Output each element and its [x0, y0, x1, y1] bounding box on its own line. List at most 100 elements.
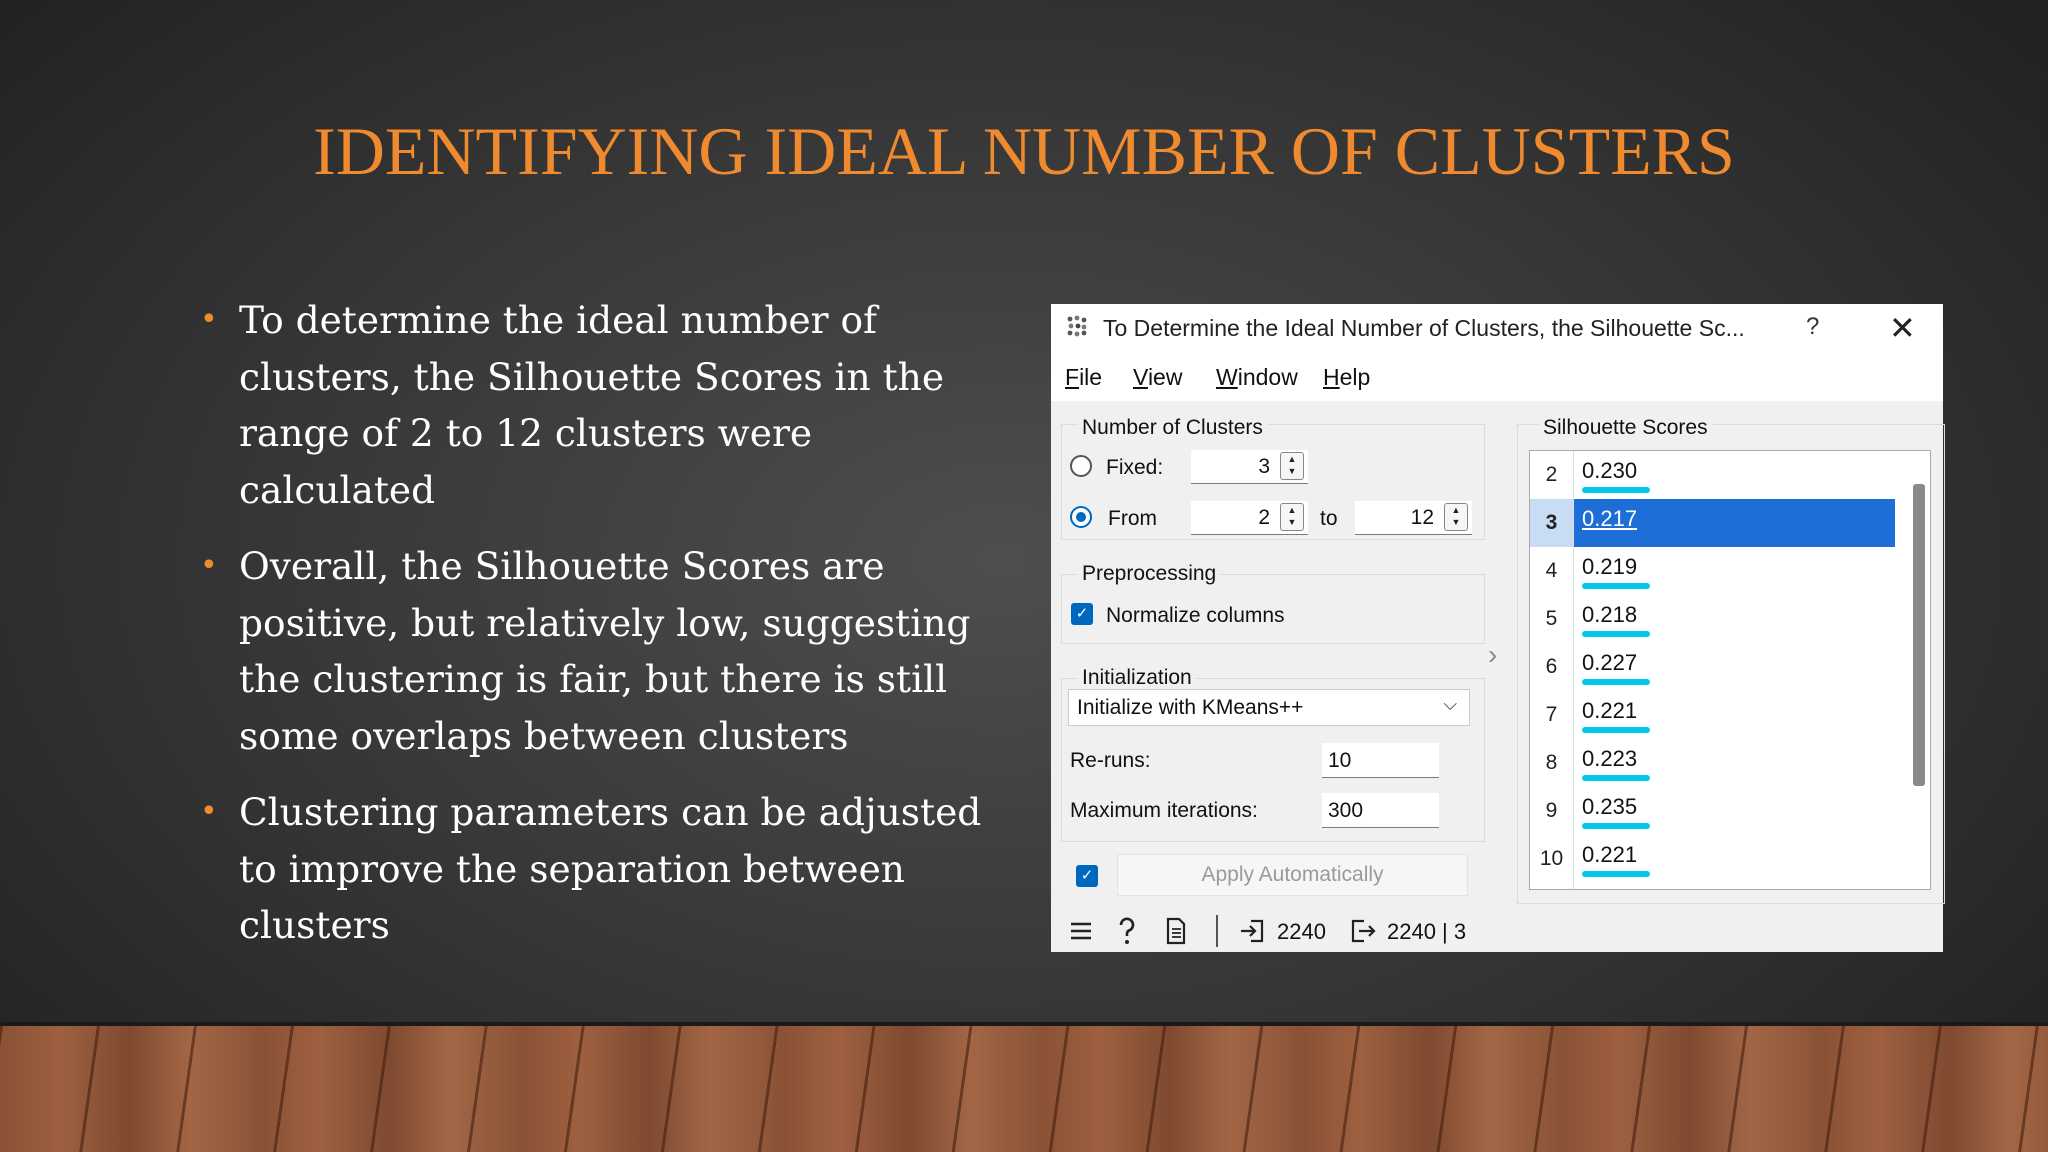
reruns-input[interactable]: 10	[1322, 743, 1439, 778]
score-value: 0.235	[1582, 794, 1638, 819]
score-bar	[1582, 631, 1650, 637]
init-method-dropdown[interactable]: Initialize with KMeans++ ⌵	[1068, 689, 1470, 726]
bullet-text: Clustering parameters can be adjusted to…	[239, 790, 982, 947]
maxiter-label: Maximum iterations:	[1070, 799, 1258, 822]
menu-window[interactable]: Window	[1216, 364, 1298, 391]
slide-title: IDENTIFYING IDEAL NUMBER OF CLUSTERS	[313, 113, 1735, 189]
reruns-value: 10	[1328, 749, 1352, 772]
list-item[interactable]: 7 0.221	[1530, 691, 1895, 739]
k-value: 10	[1539, 847, 1564, 870]
input-count: 2240	[1277, 919, 1326, 944]
spin-arrows-icon[interactable]: ▲ ▼	[1280, 452, 1304, 480]
list-item[interactable]: 4 0.219	[1530, 547, 1895, 595]
k-value: 8	[1545, 751, 1558, 774]
fixed-radio[interactable]	[1070, 455, 1092, 477]
spin-arrows-icon[interactable]: ▲ ▼	[1444, 503, 1468, 531]
splitter-arrow-icon[interactable]: ›	[1488, 639, 1497, 671]
bullet-marker: •	[200, 302, 218, 337]
list-item[interactable]: 10 0.221	[1530, 835, 1895, 883]
list-item[interactable]: 2 0.230	[1530, 451, 1895, 499]
fixed-label: Fixed:	[1106, 456, 1164, 479]
maxiter-input[interactable]: 300	[1322, 793, 1439, 828]
bullet-marker: •	[200, 548, 218, 583]
bullet-marker: •	[200, 794, 218, 829]
score-bar	[1582, 823, 1650, 829]
normalize-checkbox[interactable]: ✓	[1071, 603, 1093, 625]
score-value: 0.219	[1582, 554, 1638, 579]
report-icon[interactable]	[1165, 917, 1187, 945]
maxiter-value: 300	[1328, 799, 1364, 822]
score-value: 0.230	[1582, 458, 1638, 483]
score-value: 0.217	[1582, 506, 1638, 531]
title-bar[interactable]: To Determine the Ideal Number of Cluster…	[1051, 304, 1943, 351]
kmeans-dialog: To Determine the Ideal Number of Cluster…	[1051, 304, 1945, 952]
to-stepper[interactable]: 12 ▲ ▼	[1355, 501, 1472, 535]
list-item[interactable]: 5 0.218	[1530, 595, 1895, 643]
score-bar	[1582, 727, 1650, 733]
from-label: From	[1108, 507, 1157, 530]
from-radio[interactable]	[1070, 506, 1092, 528]
fixed-stepper[interactable]: 3 ▲ ▼	[1191, 450, 1308, 484]
bullet-item: • Overall, the Silhouette Scores are posi…	[200, 538, 1000, 764]
k-value: 5	[1545, 607, 1558, 630]
preprocessing-group-label: Preprocessing	[1078, 562, 1221, 586]
score-bar	[1582, 679, 1650, 685]
from-stepper[interactable]: 2 ▲ ▼	[1191, 501, 1308, 535]
clusters-group-label: Number of Clusters	[1078, 416, 1267, 440]
status-divider	[1216, 915, 1218, 947]
silhouette-list[interactable]: 2 0.230 3 0.217 4 0.219 5 0.218 6 0.227 7 0.22…	[1529, 450, 1931, 890]
bullet-item: • Clustering parameters can be adjusted t…	[200, 784, 1000, 954]
window-title: To Determine the Ideal Number of Cluster…	[1103, 315, 1745, 341]
status-bar: 2240 2240 | 3	[1051, 909, 1943, 952]
menu-help[interactable]: Help	[1323, 364, 1370, 391]
score-value: 0.227	[1582, 650, 1638, 675]
close-icon[interactable]: ✕	[1889, 309, 1916, 347]
from-value: 2	[1258, 506, 1270, 529]
score-bar	[1582, 487, 1650, 493]
index-divider	[1573, 451, 1574, 889]
fixed-value: 3	[1258, 455, 1270, 478]
list-item[interactable]: 6 0.227	[1530, 643, 1895, 691]
to-value: 12	[1410, 506, 1434, 529]
k-value: 9	[1545, 799, 1558, 822]
init-method-value: Initialize with KMeans++	[1077, 696, 1304, 719]
input-data-icon	[1241, 919, 1264, 943]
reruns-label: Re-runs:	[1070, 749, 1151, 772]
score-value: 0.218	[1582, 602, 1638, 627]
menu-bar: File View Window Help	[1051, 351, 1943, 401]
output-data-icon	[1351, 919, 1376, 943]
help-icon[interactable]: ?	[1806, 313, 1819, 341]
bullet-text: To determine the ideal number of cluster…	[239, 298, 945, 512]
k-value: 4	[1545, 559, 1558, 582]
kmeans-app-icon	[1067, 315, 1087, 337]
apply-button[interactable]: Apply Automatically	[1117, 854, 1468, 896]
bullet-item: • To determine the ideal number of cluste…	[200, 292, 1000, 518]
wooden-floor	[0, 1026, 2048, 1152]
menu-view[interactable]: View	[1133, 364, 1182, 391]
k-value: 2	[1545, 463, 1558, 486]
k-value: 6	[1545, 655, 1558, 678]
help-question-icon[interactable]	[1116, 917, 1138, 945]
bullet-text: Overall, the Silhouette Scores are posit…	[239, 544, 971, 758]
menu-file[interactable]: File	[1065, 364, 1102, 391]
menu-icon[interactable]	[1069, 919, 1093, 943]
apply-auto-checkbox[interactable]: ✓	[1076, 865, 1098, 887]
score-value: 0.223	[1582, 746, 1638, 771]
score-bar	[1582, 775, 1650, 781]
spin-arrows-icon[interactable]: ▲ ▼	[1280, 503, 1304, 531]
score-value: 0.221	[1582, 698, 1638, 723]
scrollbar[interactable]	[1913, 484, 1925, 786]
list-item[interactable]: 8 0.223	[1530, 739, 1895, 787]
list-item-selected[interactable]: 3 0.217	[1530, 499, 1895, 547]
score-value: 0.221	[1582, 842, 1638, 867]
k-value: 3	[1530, 499, 1573, 547]
bullet-list: • To determine the ideal number of cluste…	[200, 292, 1000, 974]
output-count: 2240 | 3	[1387, 919, 1467, 944]
to-label: to	[1320, 507, 1338, 530]
normalize-label: Normalize columns	[1106, 604, 1285, 627]
silhouette-group-label: Silhouette Scores	[1539, 416, 1712, 440]
chevron-down-icon: ⌵	[1443, 694, 1457, 714]
list-item[interactable]: 9 0.235	[1530, 787, 1895, 835]
k-value: 7	[1545, 703, 1558, 726]
score-bar	[1582, 871, 1650, 877]
